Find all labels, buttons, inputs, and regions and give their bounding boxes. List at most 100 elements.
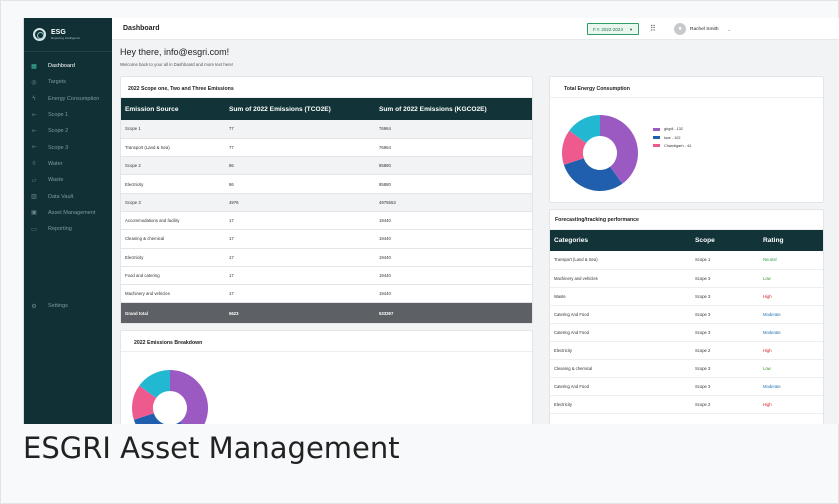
caret-down-icon: ▼: [628, 26, 633, 32]
sidebar-item-water[interactable]: ◊ Water: [24, 156, 112, 172]
user-name: Rachel Smith: [690, 26, 719, 32]
table-cell: 19440: [375, 284, 532, 304]
sidebar-item-label: Scope 3: [48, 144, 69, 151]
table-cell: Scope 2: [121, 156, 225, 176]
table-cell: Cleaning & chemical: [121, 229, 225, 249]
table-cell: Catering And Food: [550, 305, 691, 324]
flow-icon: ⟜: [31, 127, 37, 134]
sidebar-item-settings[interactable]: ⚙ Settings: [24, 298, 112, 314]
table-row: Transport (Land & Sea) Scope 1 Neutral: [550, 251, 823, 270]
breakdown-card-title: 2022 Emissions Breakdown: [121, 331, 532, 352]
table-row: Catering And Food Scope 3 Moderate: [550, 377, 823, 396]
rating-badge: Neutral: [759, 251, 823, 270]
donut-slice: [170, 370, 208, 424]
recycle-icon: ▱: [31, 177, 37, 184]
table-cell: Scope 3: [691, 323, 759, 342]
energy-legend: ghgdl - 132 kwe - 102 Chandigarh - 44: [653, 125, 691, 150]
table-cell: 19440: [375, 248, 532, 267]
table-cell: Scope 3: [121, 193, 225, 212]
table-cell: Food and catering: [121, 266, 225, 286]
column-header[interactable]: Scope: [691, 230, 759, 251]
brand-name: ESG: [51, 29, 66, 36]
sidebar-item-data-vault[interactable]: ▥ Data Vault: [24, 188, 112, 204]
sidebar-item-label: Settings: [48, 303, 68, 310]
column-header[interactable]: Sum of 2022 Emissions (TCO2E): [225, 98, 375, 120]
column-header[interactable]: Emission Source: [121, 98, 225, 120]
table-cell: Electricity: [550, 395, 691, 414]
table-cell: Catering And Food: [550, 323, 691, 342]
grid-icon: ▦: [31, 63, 37, 70]
table-cell: 19440: [375, 211, 532, 231]
esg-logo-icon: [33, 28, 46, 41]
folder-icon: ▭: [31, 226, 37, 233]
table-cell: Waste: [550, 287, 691, 306]
sidebar-item-label: Asset Management: [48, 209, 96, 216]
image-caption: ESGRI Asset Management: [23, 431, 400, 465]
sidebar-item-scope-3[interactable]: ⟜ Scope 3: [24, 139, 112, 155]
table-cell: Catering And Food: [550, 377, 691, 396]
flow-icon: ⟜: [31, 111, 37, 118]
legend-label: Chandigarh - 44: [664, 143, 692, 148]
total-cell: Grand total: [121, 302, 225, 323]
forecast-table: Categories Scope Rating Transport (Land & …: [550, 230, 823, 414]
legend-label: ghgdl - 132: [664, 127, 683, 132]
forecast-card: Forecasting/tracking performance Categor…: [549, 209, 824, 424]
sidebar-item-label: Data Vault: [48, 193, 74, 200]
table-cell: 86: [225, 156, 375, 176]
emissions-card-title: 2022 Scope one, Two and Three Emissions: [121, 77, 532, 98]
table-row: Machinery and vehicles 17 19440: [121, 284, 532, 304]
brand-tagline: Reporting Intelligence: [51, 36, 81, 40]
column-header[interactable]: Sum of 2022 Emissions (KGCO2E): [375, 98, 532, 120]
sidebar-item-label: Water: [48, 160, 63, 167]
table-row: Scope 3 4976 4975553: [121, 193, 532, 212]
bolt-icon: ϟ: [32, 95, 36, 102]
sidebar-item-label: Waste: [48, 177, 64, 184]
breakdown-card: 2022 Emissions Breakdown: [120, 330, 533, 424]
apps-grid-icon[interactable]: ⠿: [650, 24, 656, 33]
column-header[interactable]: Categories: [550, 230, 691, 251]
sidebar-item-label: Energy Consumption: [48, 95, 100, 102]
table-cell: 85880: [375, 174, 532, 194]
user-menu[interactable]: ● Rachel Smith ⌄: [674, 23, 731, 35]
gear-icon: ⚙: [31, 303, 37, 310]
table-cell: 17: [225, 284, 375, 304]
energy-card-title: Total Energy Consumption: [550, 77, 823, 98]
sidebar-item-scope-2[interactable]: ⟜ Scope 2: [24, 123, 112, 139]
avatar: ●: [674, 23, 686, 35]
table-cell: 76964: [375, 138, 532, 158]
sidebar-item-label: Targets: [48, 79, 67, 86]
greeting-subtitle: Welcome back to your all in Dashboard an…: [120, 62, 234, 67]
sidebar-item-label: Reporting: [48, 226, 72, 233]
dashboard-screenshot: ESG Reporting Intelligence ▦ Dashboard ◎ Ta…: [23, 18, 839, 424]
table-cell: Cleaning & chemical: [550, 359, 691, 378]
table-row: Catering And Food Scope 3 Moderate: [550, 305, 823, 324]
table-cell: Electricity: [550, 341, 691, 360]
sidebar-item-targets[interactable]: ◎ Targets: [24, 74, 112, 90]
brand[interactable]: ESG Reporting Intelligence: [24, 18, 112, 52]
table-row: Catering And Food Scope 3 Moderate: [550, 323, 823, 342]
column-header[interactable]: Rating: [759, 230, 823, 251]
legend-swatch: [653, 127, 660, 131]
sidebar-item-scope-1[interactable]: ⟜ Scope 1: [24, 107, 112, 123]
table-cell: Scope 3: [691, 377, 759, 396]
rating-badge: High: [759, 287, 823, 306]
table-cell: Transport (Land & Sea): [121, 138, 225, 158]
legend-swatch: [653, 136, 660, 140]
sidebar-item-dashboard[interactable]: ▦ Dashboard: [24, 58, 112, 74]
sidebar-item-waste[interactable]: ▱ Waste: [24, 172, 112, 188]
sidebar-item-reporting[interactable]: ▭ Reporting: [24, 221, 112, 237]
table-cell: 17: [225, 229, 375, 249]
total-cell: 5623: [225, 302, 375, 323]
fiscal-year-select[interactable]: F.Y. 2022-2023 ▼: [587, 23, 639, 35]
sidebar-item-asset-management[interactable]: ▣ Asset Management: [24, 205, 112, 221]
drop-icon: ◊: [32, 160, 36, 167]
table-cell: Scope 2: [691, 395, 759, 414]
table-row: Scope 1 77 76964: [121, 120, 532, 139]
table-cell: 77: [225, 138, 375, 158]
legend-item: kwe - 102: [653, 133, 691, 141]
table-cell: 4976: [225, 193, 375, 212]
breakdown-donut: [132, 370, 208, 424]
rating-badge: High: [759, 341, 823, 360]
sidebar-item-energy-consumption[interactable]: ϟ Energy Consumption: [24, 91, 112, 107]
legend-item: Chandigarh - 44: [653, 142, 691, 150]
